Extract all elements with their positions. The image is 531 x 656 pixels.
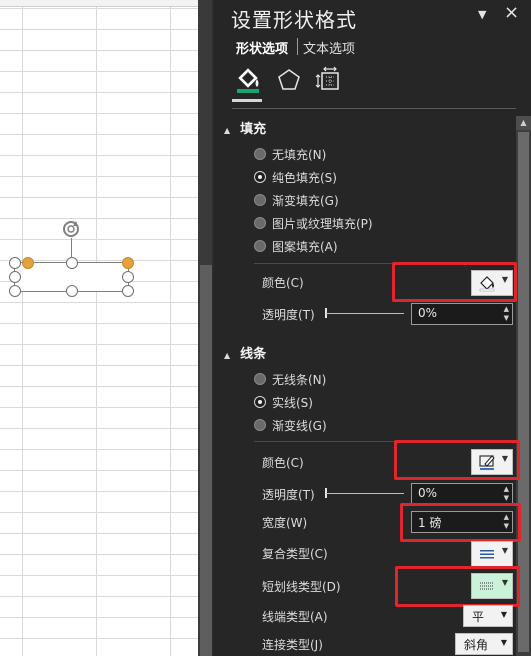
- fill-option-pattern[interactable]: 图案填充(A): [254, 237, 338, 255]
- join-type-label: 连接类型(J): [262, 638, 323, 652]
- rotate-connector-line: [71, 238, 72, 258]
- line-transparency-label: 透明度(T): [262, 488, 315, 502]
- tab-shape-options[interactable]: 形状选项: [236, 38, 288, 57]
- cap-type-value: 平: [472, 610, 485, 624]
- fill-option-label: 纯色填充(S): [272, 170, 337, 185]
- chevron-down-icon: ▼: [501, 546, 508, 555]
- collapse-caret-icon: ▲: [224, 351, 231, 360]
- resize-handle-middle-right[interactable]: [122, 271, 134, 283]
- radio-button-selected[interactable]: [254, 396, 266, 408]
- radio-button-selected[interactable]: [254, 171, 266, 183]
- chevron-down-icon: ▼: [500, 610, 507, 619]
- tab-text-options[interactable]: 文本选项: [303, 38, 355, 57]
- panel-title: 设置形状格式: [231, 8, 357, 32]
- line-option-label: 无线条(N): [272, 372, 327, 387]
- close-icon[interactable]: ×: [504, 2, 519, 23]
- fill-option-none[interactable]: 无填充(N): [254, 145, 326, 163]
- highlight-fill-color: [392, 262, 517, 302]
- resize-handle-top-middle[interactable]: [66, 257, 78, 269]
- line-transparency-slider[interactable]: [326, 493, 404, 494]
- join-type-dropdown[interactable]: 斜角 ▼: [455, 633, 513, 655]
- line-color-label: 颜色(C): [262, 456, 304, 470]
- line-option-gradient[interactable]: 渐变线(G): [254, 416, 327, 434]
- highlight-dash-type: [395, 566, 520, 607]
- radio-button[interactable]: [254, 217, 266, 229]
- join-type-value: 斜角: [464, 638, 489, 652]
- highlight-line-color: [394, 440, 520, 480]
- fill-transparency-label: 透明度(T): [262, 308, 315, 322]
- resize-handle-middle-left[interactable]: [9, 271, 21, 283]
- column-header-strip: [0, 0, 198, 7]
- spin-up-icon[interactable]: ▲: [504, 485, 509, 493]
- size-properties-icon[interactable]: [315, 66, 343, 94]
- line-transparency-input[interactable]: 0% ▲ ▼: [411, 483, 513, 505]
- fill-option-solid[interactable]: 纯色填充(S): [254, 168, 337, 186]
- fill-line-icon[interactable]: [234, 66, 262, 94]
- highlight-line-width: [400, 503, 521, 542]
- line-option-none[interactable]: 无线条(N): [254, 370, 326, 388]
- radio-button[interactable]: [254, 419, 266, 431]
- cap-type-dropdown[interactable]: 平 ▼: [463, 605, 513, 627]
- resize-handle-bottom-middle[interactable]: [66, 285, 78, 297]
- compound-lines-icon: [480, 550, 494, 559]
- fill-color-label: 颜色(C): [262, 276, 304, 290]
- fill-option-label: 图案填充(A): [272, 239, 338, 254]
- line-header-label: 线条: [240, 347, 267, 362]
- fill-option-gradient[interactable]: 渐变填充(G): [254, 191, 339, 209]
- fill-section-header[interactable]: ▲ 填充: [224, 118, 266, 137]
- compound-type-button[interactable]: ▼: [471, 541, 513, 567]
- line-transparency-value: 0%: [418, 486, 438, 500]
- resize-handle-bottom-left[interactable]: [9, 285, 21, 297]
- spreadsheet-grid[interactable]: [0, 0, 198, 656]
- scroll-up-arrow-icon[interactable]: ▲: [516, 116, 531, 130]
- line-width-label: 宽度(W): [262, 516, 308, 530]
- panel-options-dropdown-icon[interactable]: ▼: [478, 8, 486, 21]
- spin-down-icon[interactable]: ▼: [504, 494, 509, 502]
- radio-button[interactable]: [254, 240, 266, 252]
- collapse-caret-icon: ▲: [224, 126, 231, 135]
- active-tab-indicator: [232, 99, 262, 102]
- sheet-scroll-thumb[interactable]: [200, 265, 212, 656]
- fill-option-picture[interactable]: 图片或纹理填充(P): [254, 214, 373, 232]
- line-option-solid[interactable]: 实线(S): [254, 393, 313, 411]
- spin-up-icon[interactable]: ▲: [504, 305, 509, 313]
- radio-button[interactable]: [254, 373, 266, 385]
- format-shape-panel: 设置形状格式 ▼ × 形状选项 文本选项 ▲ ▲ 填充 无填充(N) 纯色填充(S…: [214, 0, 531, 656]
- resize-handle-top-left[interactable]: [9, 257, 21, 269]
- effects-pentagon-icon[interactable]: [275, 66, 303, 94]
- tab-separator: [297, 38, 298, 55]
- fill-option-label: 无填充(N): [272, 147, 327, 162]
- fill-option-label: 图片或纹理填充(P): [272, 216, 373, 231]
- sheet-vertical-scrollbar[interactable]: [198, 0, 214, 656]
- chevron-down-icon: ▼: [500, 638, 507, 647]
- line-section-header[interactable]: ▲ 线条: [224, 343, 266, 362]
- fill-transparency-input[interactable]: 0% ▲ ▼: [411, 303, 513, 325]
- adjust-handle-left[interactable]: [22, 257, 34, 269]
- line-option-label: 实线(S): [272, 395, 313, 410]
- rotate-handle-icon[interactable]: [60, 218, 82, 240]
- fill-option-label: 渐变填充(G): [272, 193, 339, 208]
- cap-type-label: 线端类型(A): [262, 610, 328, 624]
- fill-transparency-value: 0%: [418, 306, 438, 320]
- line-option-label: 渐变线(G): [272, 418, 327, 433]
- adjust-handle-right[interactable]: [122, 257, 134, 269]
- fill-header-label: 填充: [240, 122, 267, 137]
- divider: [232, 108, 516, 109]
- fill-transparency-slider[interactable]: [326, 313, 404, 314]
- radio-button[interactable]: [254, 194, 266, 206]
- dash-type-label: 短划线类型(D): [262, 580, 341, 594]
- spin-down-icon[interactable]: ▼: [504, 314, 509, 322]
- radio-button[interactable]: [254, 148, 266, 160]
- resize-handle-bottom-right[interactable]: [122, 285, 134, 297]
- compound-type-label: 复合类型(C): [262, 547, 328, 561]
